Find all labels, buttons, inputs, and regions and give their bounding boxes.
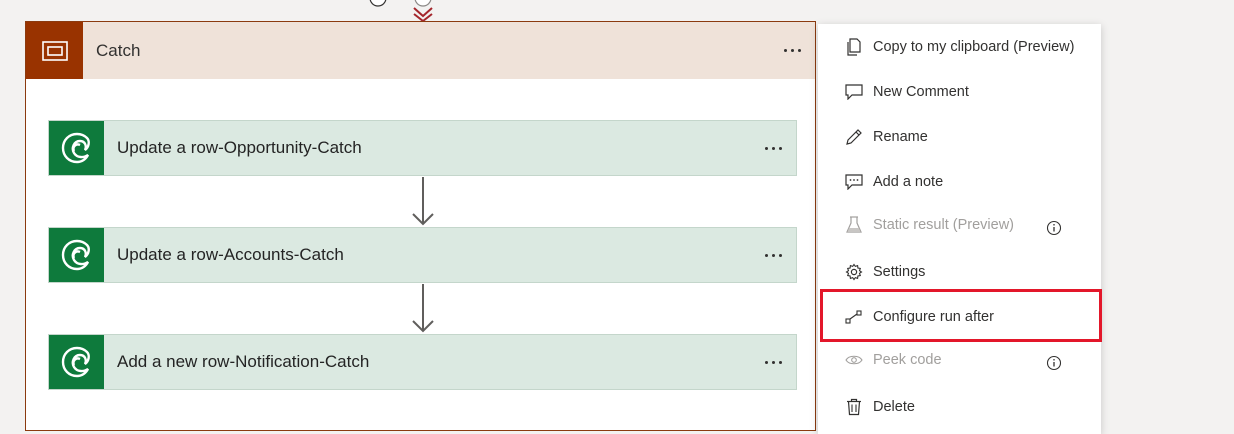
dot-icon: [772, 147, 775, 150]
scope-header[interactable]: Catch: [26, 22, 815, 79]
menu-item-label: Delete: [873, 399, 915, 415]
trash-icon: [844, 397, 864, 417]
action-more-options-button[interactable]: [765, 254, 782, 257]
dot-icon: [791, 49, 794, 52]
action-title: Add a new row-Notification-Catch: [117, 352, 370, 371]
scope-title: Catch: [96, 40, 141, 60]
dot-icon: [765, 361, 768, 364]
menu-item-label: Configure run after: [873, 309, 994, 325]
menu-item-add-a-note[interactable]: Add a note: [818, 164, 1101, 200]
action-card-update-opportunity[interactable]: Update a row-Opportunity-Catch: [48, 120, 797, 176]
menu-item-label: Settings: [873, 264, 926, 280]
action-card-add-notification[interactable]: Add a new row-Notification-Catch: [48, 334, 797, 390]
dot-icon: [798, 49, 801, 52]
menu-item-label: Copy to my clipboard (Preview): [873, 39, 1075, 55]
dot-icon: [779, 361, 782, 364]
menu-item-configure-run-after[interactable]: Configure run after: [818, 299, 1101, 335]
menu-item-settings[interactable]: Settings: [818, 254, 1101, 290]
gear-icon: [844, 262, 864, 282]
pencil-icon: [844, 127, 864, 147]
info-icon[interactable]: [1046, 220, 1062, 236]
arrow-down-icon: [412, 284, 434, 333]
dataverse-icon: [49, 121, 104, 175]
top-connector: [369, 0, 433, 22]
catch-scope: Catch Update a row-Opportunity-Catch Upd…: [25, 21, 816, 431]
arrow-down-icon: [412, 177, 434, 226]
menu-item-label: New Comment: [873, 84, 969, 100]
run-after-icon: [844, 307, 864, 327]
menu-item-label: Static result (Preview): [873, 217, 1015, 233]
flask-icon: [844, 215, 864, 235]
action-title: Update a row-Opportunity-Catch: [117, 138, 362, 157]
dot-icon: [784, 49, 787, 52]
menu-item-new-comment[interactable]: New Comment: [818, 74, 1101, 110]
dataverse-icon: [49, 228, 104, 282]
comment-icon: [844, 82, 864, 102]
dot-icon: [765, 254, 768, 257]
menu-item-delete[interactable]: Delete: [818, 389, 1101, 425]
action-more-options-button[interactable]: [765, 147, 782, 150]
dot-icon: [765, 147, 768, 150]
context-menu: Copy to my clipboard (Preview) New Comme…: [818, 24, 1101, 434]
info-icon[interactable]: [1046, 355, 1062, 371]
dot-icon: [779, 147, 782, 150]
scope-icon: [26, 22, 83, 79]
dot-icon: [772, 361, 775, 364]
menu-item-static-result: Static result (Preview): [818, 207, 1101, 243]
action-card-update-accounts[interactable]: Update a row-Accounts-Catch: [48, 227, 797, 283]
menu-item-label: Peek code: [873, 352, 942, 368]
eye-icon: [844, 350, 864, 370]
menu-item-copy-to-clipboard[interactable]: Copy to my clipboard (Preview): [818, 29, 1101, 65]
dataverse-icon: [49, 335, 104, 389]
menu-item-rename[interactable]: Rename: [818, 119, 1101, 155]
dot-icon: [772, 254, 775, 257]
menu-item-label: Rename: [873, 129, 928, 145]
dot-icon: [779, 254, 782, 257]
menu-item-peek-code: Peek code: [818, 342, 1101, 378]
scope-more-options-button[interactable]: [784, 49, 801, 52]
action-title: Update a row-Accounts-Catch: [117, 245, 344, 264]
note-icon: [844, 172, 864, 192]
menu-item-label: Add a note: [873, 174, 944, 190]
copy-icon: [844, 37, 864, 57]
action-more-options-button[interactable]: [765, 361, 782, 364]
